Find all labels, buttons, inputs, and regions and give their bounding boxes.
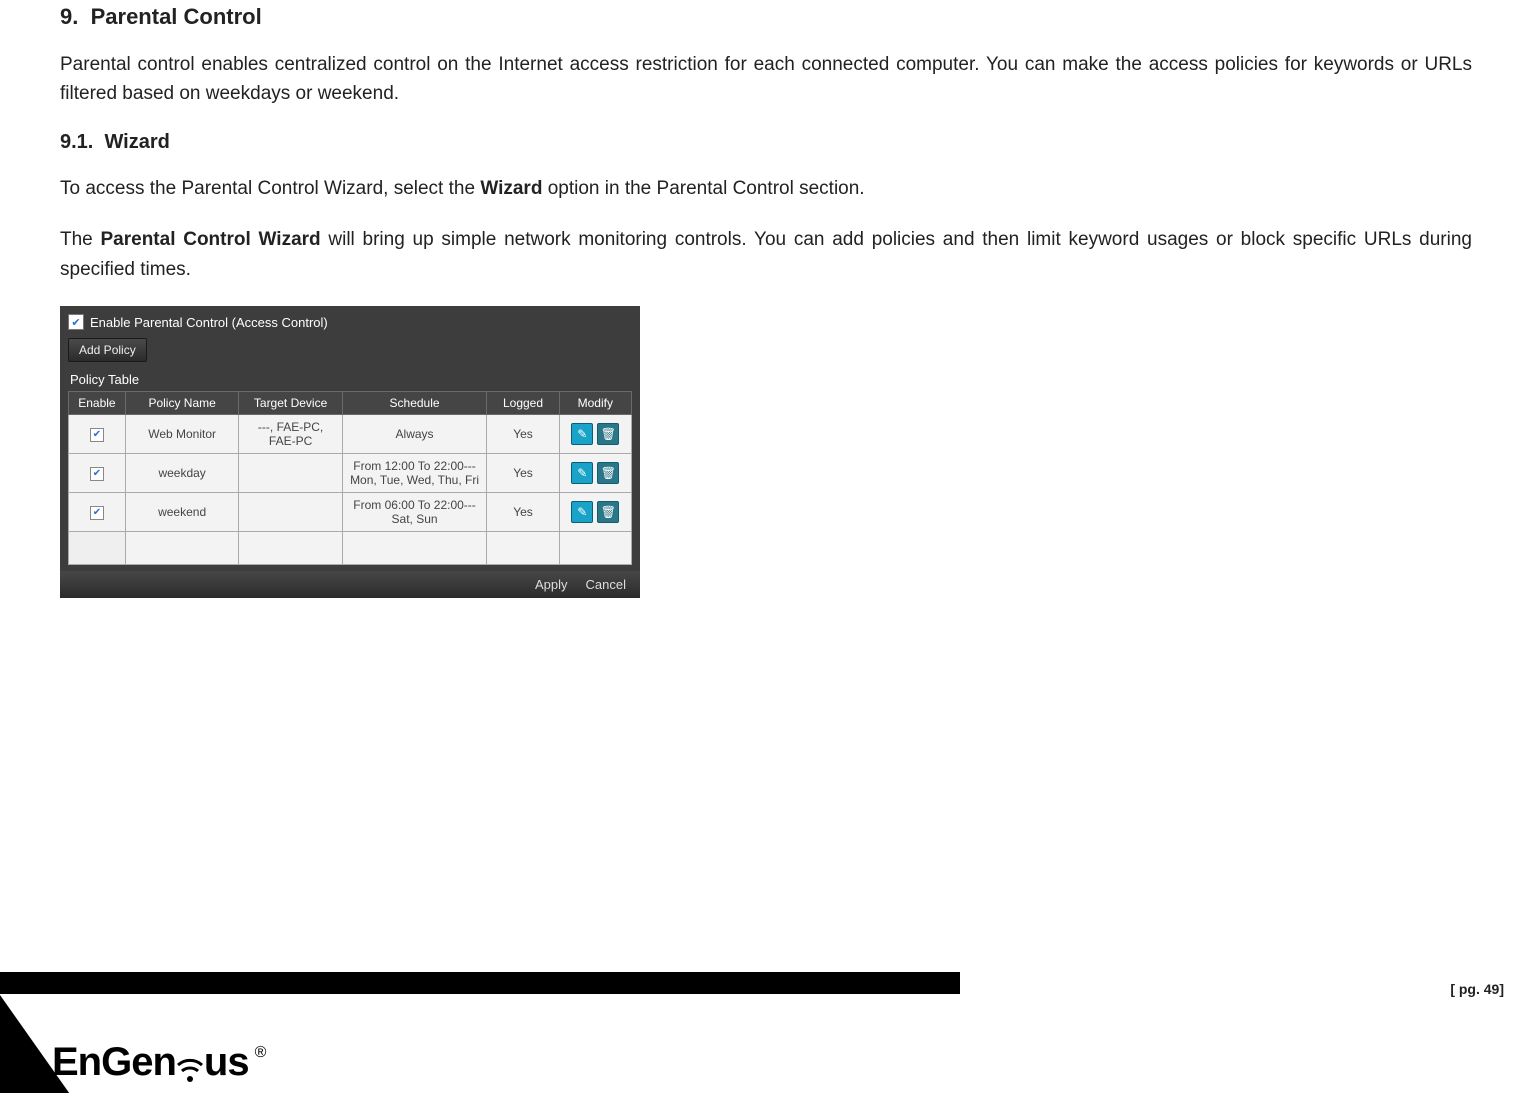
policy-table-title: Policy Table — [70, 372, 632, 387]
cancel-button[interactable]: Cancel — [586, 577, 626, 592]
th-logged: Logged — [487, 392, 559, 415]
subsection-title: Wizard — [104, 131, 169, 153]
row-logged: Yes — [487, 415, 559, 454]
page-footer: EnGen us ® — [0, 972, 960, 1093]
add-policy-button[interactable]: Add Policy — [68, 338, 147, 362]
row-enable-checkbox[interactable]: ✔ — [90, 467, 104, 481]
intro-paragraph: Parental control enables centralized con… — [60, 50, 1472, 109]
registered-mark-icon: ® — [255, 1044, 267, 1062]
row-target-device — [239, 493, 342, 532]
th-policy: Policy Name — [125, 392, 239, 415]
section-heading: 9. Parental Control — [60, 4, 1472, 30]
apply-button[interactable]: Apply — [535, 577, 568, 592]
brand-logo: EnGen us ® — [52, 1040, 266, 1085]
delete-icon[interactable]: 🗑 — [597, 462, 619, 484]
section-title: Parental Control — [91, 4, 262, 29]
enable-parental-control-label: Enable Parental Control (Access Control) — [90, 315, 328, 330]
row-target-device — [239, 454, 342, 493]
row-policy-name: weekend — [125, 493, 239, 532]
row-logged: Yes — [487, 493, 559, 532]
panel-footer: Apply Cancel — [60, 571, 640, 598]
delete-icon[interactable]: 🗑 — [597, 501, 619, 523]
subsection-number: 9.1. — [60, 131, 93, 153]
footer-black-bar — [0, 972, 960, 994]
th-modify: Modify — [559, 392, 631, 415]
table-row: ✔ Web Monitor ---, FAE-PC, FAE-PC Always… — [69, 415, 632, 454]
row-schedule: From 06:00 To 22:00---Sat, Sun — [342, 493, 487, 532]
page-number: [ pg. 49] — [1450, 981, 1504, 997]
paragraph-3: The Parental Control Wizard will bring u… — [60, 225, 1472, 284]
policy-table: Enable Policy Name Target Device Schedul… — [68, 391, 632, 565]
table-row — [69, 532, 632, 565]
row-target-device: ---, FAE-PC, FAE-PC — [239, 415, 342, 454]
row-enable-checkbox[interactable]: ✔ — [90, 428, 104, 442]
table-row: ✔ weekday From 12:00 To 22:00---Mon, Tue… — [69, 454, 632, 493]
wifi-icon — [176, 1045, 204, 1085]
th-device: Target Device — [239, 392, 342, 415]
th-schedule: Schedule — [342, 392, 487, 415]
enable-parental-control-checkbox[interactable]: ✔ — [68, 314, 84, 330]
row-policy-name: weekday — [125, 454, 239, 493]
row-policy-name: Web Monitor — [125, 415, 239, 454]
edit-icon[interactable]: ✎ — [571, 501, 593, 523]
paragraph-2: To access the Parental Control Wizard, s… — [60, 174, 1472, 203]
parental-control-panel: ✔ Enable Parental Control (Access Contro… — [60, 306, 640, 598]
subsection-heading: 9.1. Wizard — [60, 131, 1472, 154]
row-enable-checkbox[interactable]: ✔ — [90, 506, 104, 520]
table-row: ✔ weekend From 06:00 To 22:00---Sat, Sun… — [69, 493, 632, 532]
section-number: 9. — [60, 4, 78, 29]
row-schedule: From 12:00 To 22:00---Mon, Tue, Wed, Thu… — [342, 454, 487, 493]
th-enable: Enable — [69, 392, 126, 415]
row-schedule: Always — [342, 415, 487, 454]
delete-icon[interactable]: 🗑 — [597, 423, 619, 445]
row-logged: Yes — [487, 454, 559, 493]
edit-icon[interactable]: ✎ — [571, 423, 593, 445]
enable-parental-control-row: ✔ Enable Parental Control (Access Contro… — [68, 314, 632, 330]
edit-icon[interactable]: ✎ — [571, 462, 593, 484]
